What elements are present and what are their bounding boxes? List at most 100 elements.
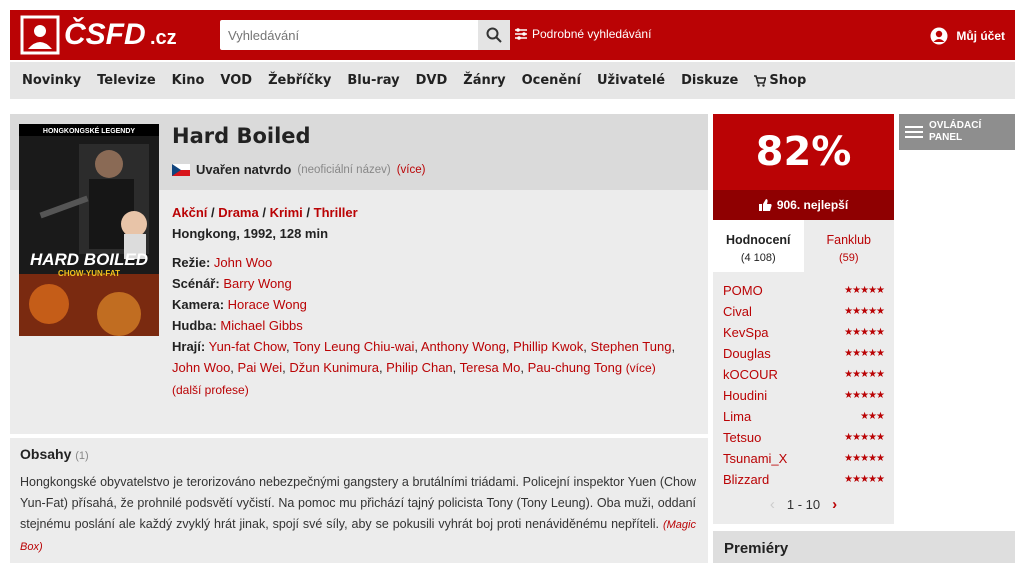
nav-item-shop[interactable]: Shop (754, 73, 806, 88)
alt-title: Uvařen natvrdo (196, 162, 292, 177)
rating-row: Blizzard ★★★★★ (713, 469, 894, 490)
rating-row: Cival ★★★★★ (713, 301, 894, 322)
chevron-right-icon[interactable]: › (832, 496, 837, 513)
site-header: ČSFD .cz Podrobné vyhledávání Můj účet (10, 10, 1015, 60)
rating-user[interactable]: Cival (723, 304, 752, 319)
search-input[interactable] (220, 20, 476, 50)
main-nav: Novinky Televize Kino VOD Žebříčky Blu-r… (10, 62, 1015, 99)
rating-box: 82% 906. nejlepší Hodnocení (4 108) Fank… (713, 114, 894, 524)
tab-fanklub-count: (59) (838, 252, 859, 264)
rating-user[interactable]: POMO (723, 283, 763, 298)
search-button[interactable] (478, 20, 510, 50)
tab-hodnoceni-count: (4 108) (740, 252, 776, 264)
chevron-left-icon[interactable]: ‹ (770, 496, 775, 513)
poster-title-text: HARD BOILED (30, 250, 148, 269)
rating-row: kOCOUR ★★★★★ (713, 364, 894, 385)
nav-item-dvd[interactable]: DVD (416, 73, 448, 88)
rating-stars: ★★★★★ (844, 285, 885, 296)
film-poster[interactable]: HONGKONGSKÉ LEGENDY HARD BOILED CHOW-YUN… (19, 124, 159, 336)
rating-user[interactable]: Lima (723, 409, 751, 424)
rating-tabs: Hodnocení (4 108) Fanklub (59) (713, 220, 894, 272)
plot-text: Hongkongské obyvatelstvo je terorizováno… (20, 472, 696, 558)
cast-link[interactable]: Anthony Wong (421, 339, 506, 354)
poster-sub-text: CHOW-YUN-FAT (58, 269, 120, 278)
plot-box: Obsahy (1) Hongkongské obyvatelstvo je t… (10, 438, 708, 563)
film-title: Hard Boiled (172, 124, 311, 148)
cast-link[interactable]: Džun Kunimura (289, 360, 379, 375)
more-professions-link[interactable]: (další profese) (172, 379, 692, 401)
director-row: Režie: John Woo (172, 252, 692, 273)
genre-link[interactable]: Thriller (314, 205, 358, 220)
rating-user[interactable]: Tetsuo (723, 430, 761, 445)
rank-badge[interactable]: 906. nejlepší (713, 190, 894, 220)
cast-more-link[interactable]: (více) (626, 361, 656, 375)
rating-row: Lima ★★★ (713, 406, 894, 427)
tab-hodnoceni[interactable]: Hodnocení (4 108) (713, 220, 804, 272)
genre-link[interactable]: Akční (172, 205, 207, 220)
rating-user[interactable]: Houdini (723, 388, 767, 403)
nav-item-diskuze[interactable]: Diskuze (681, 73, 738, 88)
cast-link[interactable]: Tony Leung Chiu-wai (293, 339, 414, 354)
genres: Akční / Drama / Krimi / Thriller (172, 205, 358, 220)
genre-link[interactable]: Krimi (270, 205, 303, 220)
nav-item-zanry[interactable]: Žánry (463, 73, 505, 88)
nav-item-televize[interactable]: Televize (97, 73, 156, 88)
cast-link[interactable]: Yun-fat Chow (209, 339, 286, 354)
thumbs-up-icon (758, 199, 772, 211)
advanced-search-label: Podrobné vyhledávání (532, 27, 652, 41)
rating-stars: ★★★★★ (844, 453, 885, 464)
film-info: Akční / Drama / Krimi / Thriller Hongkon… (172, 202, 692, 401)
alt-title-row: Uvařen natvrdo (neoficiální název) (více… (172, 162, 425, 177)
nav-item-kino[interactable]: Kino (172, 73, 205, 88)
csfd-logo[interactable]: ČSFD .cz (20, 15, 190, 55)
panel-label-2: PANEL (929, 132, 963, 143)
control-panel-label: OVLÁDACÍ PANEL (929, 120, 981, 144)
rating-row: Douglas ★★★★★ (713, 343, 894, 364)
rating-user[interactable]: Douglas (723, 346, 771, 361)
director-link[interactable]: John Woo (214, 255, 272, 270)
cast-link[interactable]: Pai Wei (238, 360, 283, 375)
more-professions-label[interactable]: (další profese) (172, 383, 249, 397)
alt-more-link[interactable]: (více) (397, 164, 426, 176)
search-box (220, 20, 510, 50)
nav-item-zebricky[interactable]: Žebříčky (268, 73, 331, 88)
rating-row: Houdini ★★★★★ (713, 385, 894, 406)
tab-fanklub[interactable]: Fanklub (59) (804, 220, 895, 272)
nav-item-uzivatele[interactable]: Uživatelé (597, 73, 665, 88)
writer-row: Scénář: Barry Wong (172, 273, 692, 294)
plot-title-text: Obsahy (20, 446, 72, 462)
cast-link[interactable]: Philip Chan (386, 360, 453, 375)
nav-item-novinky[interactable]: Novinky (22, 73, 81, 88)
advanced-search-link[interactable]: Podrobné vyhledávání (514, 27, 651, 41)
alt-note: (neoficiální název) (297, 163, 391, 176)
nav-item-vod[interactable]: VOD (220, 73, 252, 88)
account-button[interactable]: Můj účet (930, 27, 1005, 45)
ratings-list: POMO ★★★★★ Cival ★★★★★ KevSpa ★★★★★ Douglas… (713, 280, 894, 490)
nav-item-oceneni[interactable]: Ocenění (522, 73, 581, 88)
film-box: HONGKONGSKÉ LEGENDY HARD BOILED CHOW-YUN… (10, 114, 708, 434)
music-link[interactable]: Michael Gibbs (220, 318, 302, 333)
control-panel-button[interactable]: OVLÁDACÍ PANEL (899, 114, 1015, 150)
genre-link[interactable]: Drama (218, 205, 258, 220)
rating-stars: ★★★★★ (844, 369, 885, 380)
cast-link[interactable]: John Woo (172, 360, 230, 375)
nav-item-bluray[interactable]: Blu-ray (347, 73, 399, 88)
plot-body: Hongkongské obyvatelstvo je terorizováno… (20, 475, 696, 531)
czech-flag-icon (172, 163, 190, 176)
rating-user[interactable]: Tsunami_X (723, 451, 787, 466)
writer-link[interactable]: Barry Wong (223, 276, 291, 291)
cart-icon (754, 74, 767, 87)
panel-label-1: OVLÁDACÍ (929, 120, 982, 131)
cast-link[interactable]: Teresa Mo (460, 360, 521, 375)
cast-link[interactable]: Pau-chung Tong (528, 360, 622, 375)
cast-link[interactable]: Phillip Kwok (513, 339, 583, 354)
rating-row: POMO ★★★★★ (713, 280, 894, 301)
cast-link[interactable]: Stephen Tung (590, 339, 671, 354)
rating-user[interactable]: KevSpa (723, 325, 769, 340)
rating-row: Tetsuo ★★★★★ (713, 427, 894, 448)
rating-row: Tsunami_X ★★★★★ (713, 448, 894, 469)
menu-icon (905, 126, 923, 138)
camera-link[interactable]: Horace Wong (228, 297, 307, 312)
rating-user[interactable]: kOCOUR (723, 367, 778, 382)
rating-user[interactable]: Blizzard (723, 472, 769, 487)
